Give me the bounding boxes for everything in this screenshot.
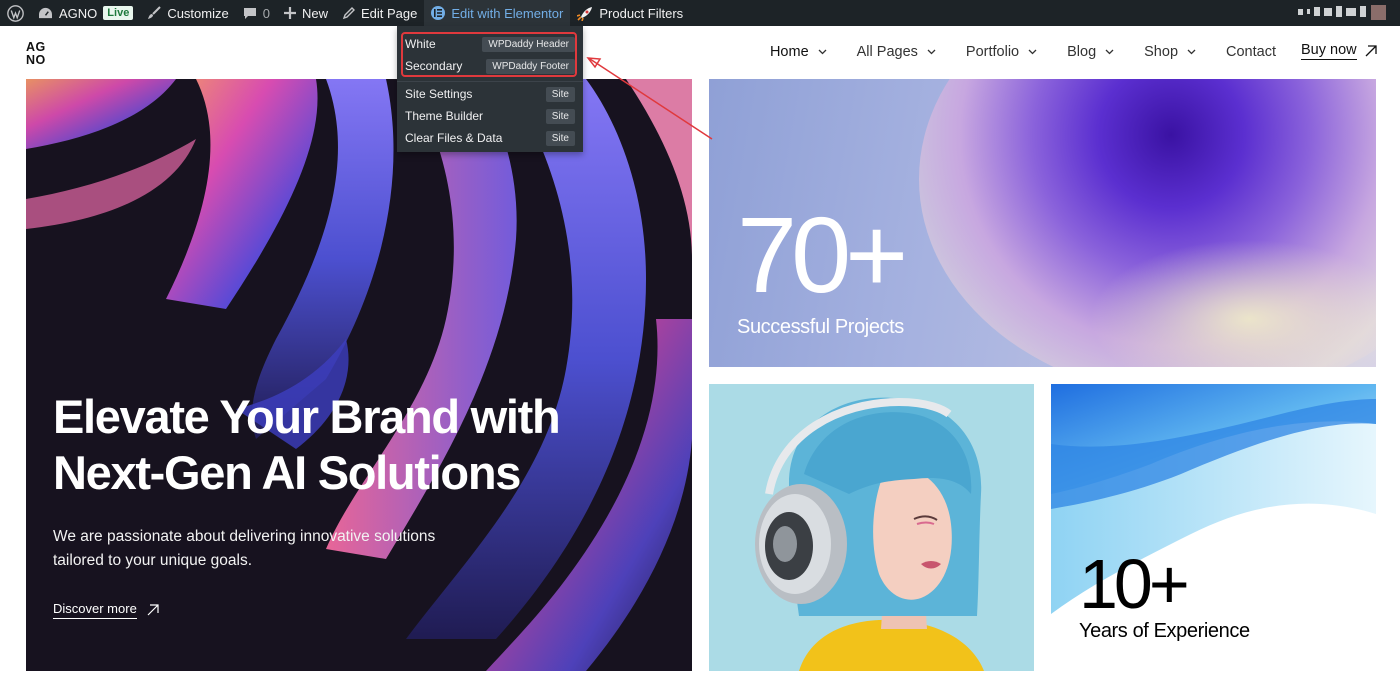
discover-more-label: Discover more xyxy=(53,601,137,619)
edit-with-elementor-label: Edit with Elementor xyxy=(451,5,564,21)
buy-now-button[interactable]: Buy now xyxy=(1301,42,1377,60)
dropdown-item-site-settings[interactable]: Site Settings Site xyxy=(397,83,583,105)
arrow-up-right-icon xyxy=(1365,45,1377,57)
customize-label: Customize xyxy=(167,5,229,21)
plus-icon xyxy=(283,7,296,19)
dropdown-item-label: Clear Files & Data xyxy=(405,131,503,145)
nav-item-label: Shop xyxy=(1144,44,1179,60)
avatar[interactable] xyxy=(1371,5,1386,20)
main-navigation: Home All Pages Portfolio Blog Shop Conta… xyxy=(740,42,1276,62)
hero-subtitle-line-1: We are passionate about delivering innov… xyxy=(53,528,436,545)
new-content-menu[interactable]: New xyxy=(277,0,335,26)
logo-line-2: NO xyxy=(26,53,46,67)
experience-count: 10+ xyxy=(1079,545,1190,623)
nav-item-home[interactable]: Home xyxy=(770,44,827,60)
hero-title-line-2: Next-Gen AI Solutions xyxy=(53,446,521,499)
nav-item-portfolio[interactable]: Portfolio xyxy=(966,44,1037,60)
product-filters-menu[interactable]: Product Filters xyxy=(570,0,690,26)
chevron-down-icon xyxy=(818,49,827,55)
dropdown-item-footer[interactable]: Secondary WPDaddy Footer xyxy=(397,55,583,77)
site-name-menu[interactable]: AGNO Live xyxy=(31,0,140,26)
dropdown-item-label: Theme Builder xyxy=(405,109,484,123)
site-logo[interactable]: AG NO xyxy=(26,41,46,67)
portrait-illustration xyxy=(709,384,1034,671)
nav-item-label: Home xyxy=(769,44,809,60)
comment-bubble-icon xyxy=(243,7,256,19)
dropdown-item-label: White xyxy=(405,37,436,51)
dropdown-separator xyxy=(397,81,583,82)
discover-more-link[interactable]: Discover more xyxy=(53,601,159,619)
experience-label: Years of Experience xyxy=(1079,620,1250,642)
wordpress-logo-icon[interactable] xyxy=(0,0,31,26)
dropdown-item-badge: Site xyxy=(545,86,575,102)
nav-item-label: Portfolio xyxy=(965,44,1020,60)
edit-with-elementor-menu[interactable]: Edit with Elementor xyxy=(424,0,571,26)
paintbrush-icon xyxy=(148,6,162,19)
nav-item-contact[interactable]: Contact xyxy=(1226,44,1276,60)
headphones-portrait-image xyxy=(709,384,1034,671)
wp-admin-bar: AGNO Live Customize 0 New Edit Page Edit… xyxy=(0,0,1400,26)
rocket-icon xyxy=(577,6,593,21)
edit-page-label: Edit Page xyxy=(360,5,418,21)
chevron-down-icon xyxy=(1187,49,1196,55)
dropdown-item-theme-builder[interactable]: Theme Builder Site xyxy=(397,105,583,127)
account-name-blurred[interactable] xyxy=(1298,6,1366,17)
nav-item-shop[interactable]: Shop xyxy=(1144,44,1196,60)
chevron-down-icon xyxy=(1028,49,1037,55)
nav-item-label: All Pages xyxy=(856,44,918,60)
comments-count: 0 xyxy=(262,5,270,21)
dropdown-item-badge: WPDaddy Header xyxy=(482,36,575,52)
comments-link[interactable]: 0 xyxy=(236,0,277,26)
pencil-icon xyxy=(342,6,355,19)
dashboard-icon xyxy=(39,7,52,18)
dropdown-item-badge: WPDaddy Footer xyxy=(486,58,575,74)
buy-now-label: Buy now xyxy=(1301,42,1357,60)
hero-title-line-1: Elevate Your Brand with xyxy=(53,390,561,443)
dropdown-item-label: Secondary xyxy=(405,59,463,73)
hero-title: Elevate Your Brand with Next-Gen AI Solu… xyxy=(53,389,613,501)
product-filters-label: Product Filters xyxy=(599,5,684,21)
site-name-label: AGNO xyxy=(59,5,98,21)
nav-item-all-pages[interactable]: All Pages xyxy=(857,44,936,60)
projects-count: 70+ xyxy=(737,194,908,315)
nav-item-label: Contact xyxy=(1226,44,1276,60)
new-label: New xyxy=(301,5,328,21)
customize-link[interactable]: Customize xyxy=(140,0,235,26)
dropdown-item-badge: Site xyxy=(545,130,575,146)
dropdown-item-clear-files[interactable]: Clear Files & Data Site xyxy=(397,127,583,149)
chevron-down-icon xyxy=(927,49,936,55)
hero-subtitle: We are passionate about delivering innov… xyxy=(53,525,473,573)
nav-item-blog[interactable]: Blog xyxy=(1067,44,1114,60)
hero-abstract-art xyxy=(26,79,692,671)
hero-section: Elevate Your Brand with Next-Gen AI Solu… xyxy=(26,79,692,671)
chevron-down-icon xyxy=(1105,49,1114,55)
edit-page-link[interactable]: Edit Page xyxy=(335,0,424,26)
experience-stat-card: 10+ Years of Experience xyxy=(1051,384,1376,671)
projects-stat-card: 70+ Successful Projects xyxy=(709,79,1376,367)
dropdown-item-header[interactable]: White WPDaddy Header xyxy=(397,33,583,55)
dropdown-item-badge: Site xyxy=(545,108,575,124)
elementor-dropdown-menu: White WPDaddy Header Secondary WPDaddy F… xyxy=(397,26,583,152)
arrow-up-right-icon xyxy=(147,604,159,616)
nav-item-label: Blog xyxy=(1067,44,1097,60)
live-badge: Live xyxy=(103,6,134,20)
projects-label: Successful Projects xyxy=(737,316,904,338)
hero-subtitle-line-2: tailored to your unique goals. xyxy=(53,552,253,569)
elementor-icon xyxy=(431,6,446,20)
dropdown-item-label: Site Settings xyxy=(405,87,473,101)
